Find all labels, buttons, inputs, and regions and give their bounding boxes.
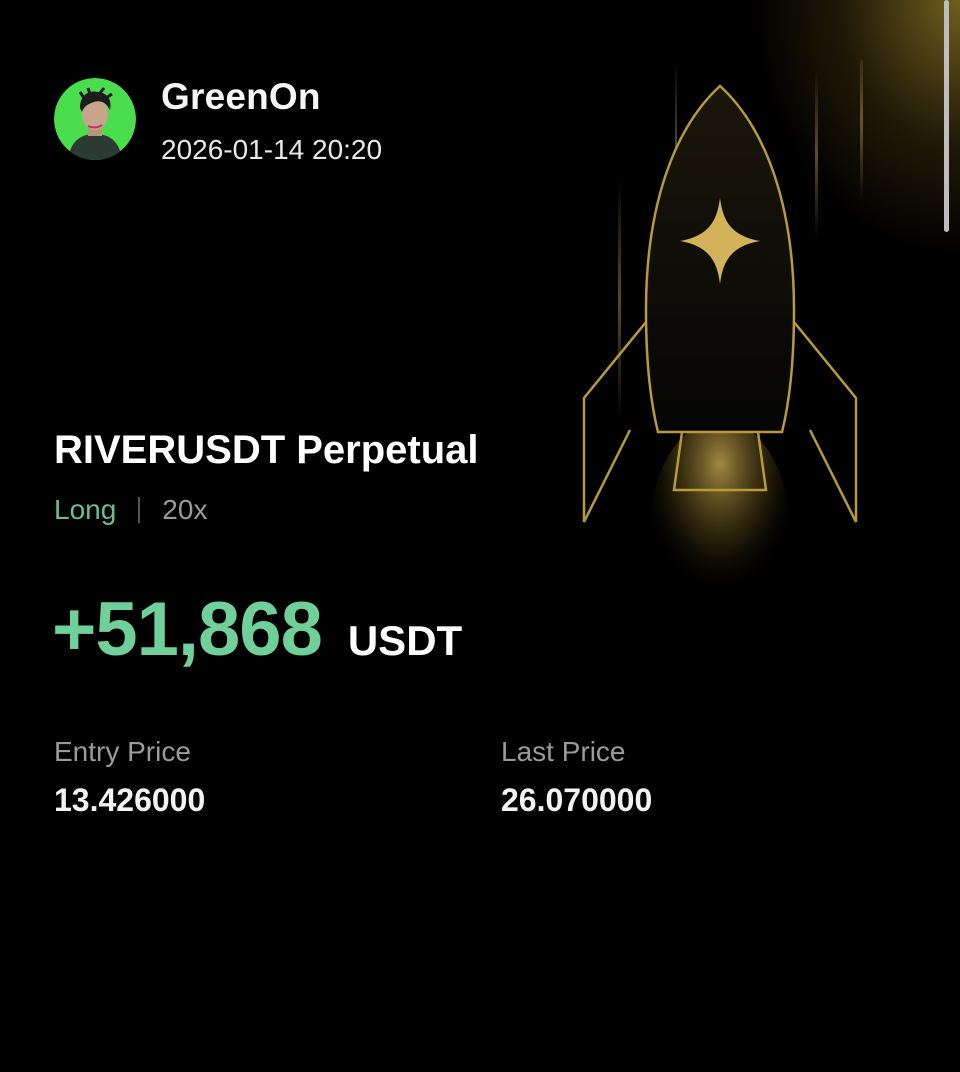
- pnl-unit: USDT: [347, 617, 463, 664]
- position-meta: Long 20x: [54, 494, 207, 526]
- entry-price-label: Entry Price: [54, 736, 191, 767]
- divider: [138, 497, 141, 523]
- position-direction: Long: [54, 494, 117, 525]
- leverage-label: 20x: [162, 494, 208, 525]
- pnl-value: +51,868: [52, 587, 323, 672]
- pnl-share-card: GreenOn 2026-01-14 20:20 RIVERUSDT Perpe…: [0, 0, 960, 1072]
- username: GreenOn: [161, 76, 321, 117]
- trading-pair-title: RIVERUSDT Perpetual: [54, 428, 479, 472]
- rocket-icon: [582, 60, 863, 620]
- last-price-value: 26.070000: [501, 782, 653, 818]
- entry-price-value: 13.426000: [54, 782, 206, 818]
- timestamp: 2026-01-14 20:20: [161, 134, 383, 165]
- scrollbar[interactable]: [944, 0, 949, 232]
- pnl-display: +51,868 USDT: [52, 586, 462, 673]
- last-price-label: Last Price: [501, 736, 626, 767]
- avatar[interactable]: [54, 78, 136, 160]
